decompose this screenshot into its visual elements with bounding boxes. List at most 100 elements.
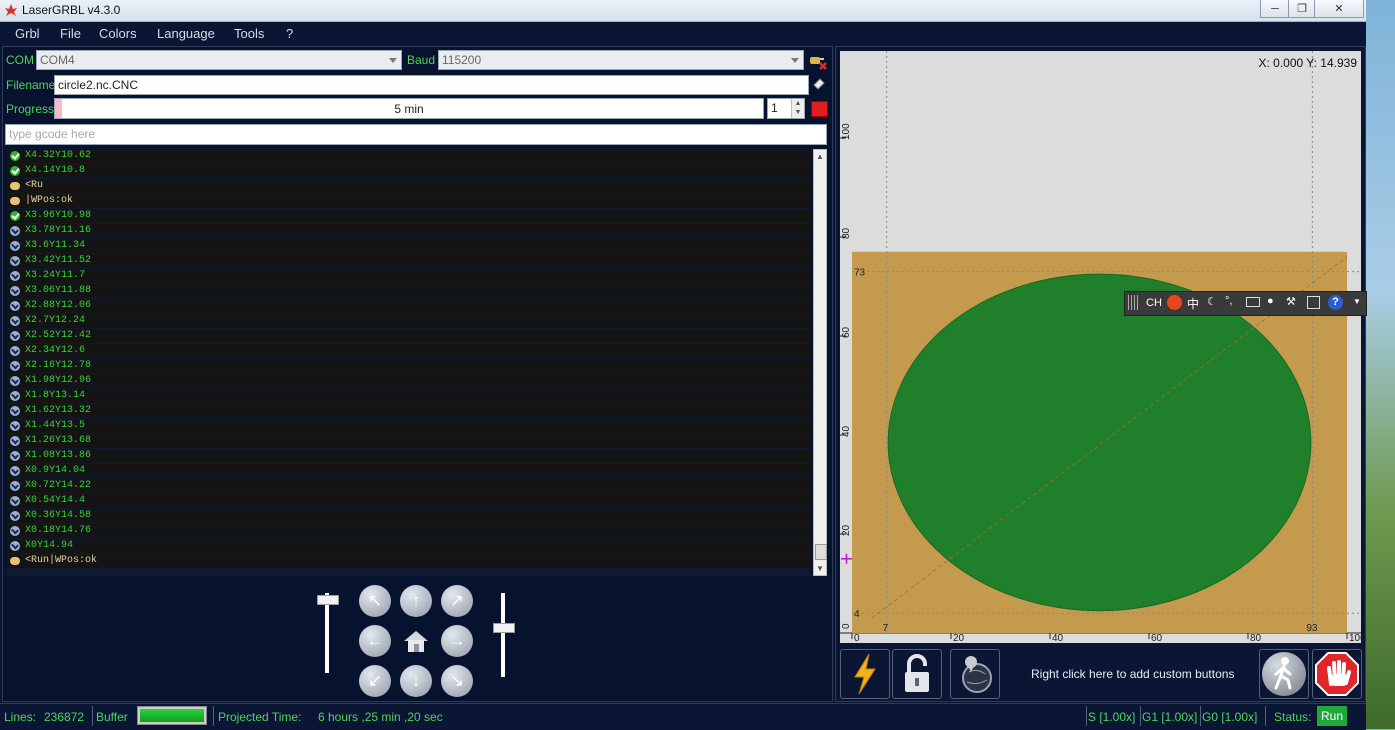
- keyboard-icon[interactable]: [1246, 297, 1260, 307]
- moon-icon[interactable]: ☾: [1207, 295, 1217, 308]
- log-row: X1.26Y13.68: [7, 434, 811, 448]
- g0-override[interactable]: G0 [1.00x]: [1202, 710, 1257, 724]
- laser-position-marker: [841, 553, 852, 564]
- log-row: X2.34Y12.6: [7, 344, 811, 358]
- grip-icon: [1128, 295, 1138, 310]
- lines-label: Lines:: [4, 710, 37, 724]
- chinese-mode-icon[interactable]: 中: [1187, 295, 1199, 312]
- jog-ne-button[interactable]: ↗: [441, 585, 473, 617]
- menu-tools[interactable]: Tools: [234, 26, 264, 41]
- buffer-meter: [137, 706, 207, 725]
- spindle-override[interactable]: S [1.00x]: [1088, 710, 1135, 724]
- goto-position-button[interactable]: [950, 649, 1000, 699]
- jog-sw-button[interactable]: ↙: [359, 665, 391, 697]
- power-slider[interactable]: [312, 593, 342, 673]
- baud-select[interactable]: 115200: [438, 50, 804, 70]
- filename-field[interactable]: circle2.nc.CNC: [54, 75, 809, 95]
- user-icon[interactable]: ●: [1267, 295, 1274, 307]
- preview-panel: 0 20 40 60 80 100 20 40 60 80 100 0 73 4 7 93 X: 0.000 …: [835, 46, 1366, 702]
- speed-slider-thumb[interactable]: [493, 623, 515, 633]
- log-row: X0.9Y14.04: [7, 464, 811, 478]
- scroll-down-icon[interactable]: ▼: [816, 564, 824, 573]
- log-row: X3.06Y11.88: [7, 284, 811, 298]
- menu-colors[interactable]: Colors: [99, 26, 137, 41]
- pending-icon: [10, 346, 20, 356]
- check-icon: [10, 211, 20, 221]
- log-row: X3.78Y11.16: [7, 224, 811, 238]
- pending-icon: [10, 316, 20, 326]
- menu-file[interactable]: File: [60, 26, 81, 41]
- x-tick-label: 100: [1349, 633, 1361, 643]
- menu-help[interactable]: ?: [286, 26, 293, 41]
- scroll-thumb[interactable]: [815, 544, 827, 560]
- log-row: <Run|WPos:ok: [7, 554, 811, 568]
- com-select[interactable]: COM4: [36, 50, 402, 70]
- scroll-up-icon[interactable]: ▲: [816, 152, 824, 161]
- pending-icon: [10, 436, 20, 446]
- main-window: LaserGRBL v4.3.0 ─ ❐ ✕ Grbl File Colors …: [0, 0, 1366, 730]
- pending-icon: [10, 511, 20, 521]
- copies-stepper[interactable]: 1 ▲ ▼: [767, 98, 805, 119]
- lightning-icon: [854, 653, 876, 695]
- unlock-button[interactable]: [892, 649, 942, 699]
- jog-s-button[interactable]: ↓: [400, 665, 432, 697]
- chevron-down-icon: [389, 58, 397, 63]
- log-row: <Ru: [7, 179, 811, 193]
- maximize-button[interactable]: ❐: [1288, 0, 1316, 18]
- pending-icon: [10, 286, 20, 296]
- pending-icon: [10, 271, 20, 281]
- status-badge: Run: [1317, 706, 1347, 726]
- jog-n-button[interactable]: ↑: [400, 585, 432, 617]
- home-button[interactable]: [400, 625, 432, 657]
- log-row: X1.62Y13.32: [7, 404, 811, 418]
- menu-language[interactable]: Language: [157, 26, 215, 41]
- speed-slider[interactable]: [488, 593, 518, 677]
- y-tick-label: 100: [841, 123, 852, 140]
- y-tick-label: 0: [841, 623, 852, 629]
- log-row: X3.42Y11.52: [7, 254, 811, 268]
- command-log[interactable]: X4.32Y10.62 X4.14Y10.8 <Ru |WPos:ok X3.96Y10…: [7, 149, 811, 576]
- emergency-stop-button[interactable]: [1312, 649, 1362, 699]
- log-row: X0.72Y14.22: [7, 479, 811, 493]
- pending-icon: [10, 451, 20, 461]
- open-file-icon[interactable]: [811, 76, 827, 92]
- punctuation-icon[interactable]: °,: [1225, 295, 1232, 307]
- work-label-right: 93: [1306, 623, 1318, 634]
- g1-override[interactable]: G1 [1.00x]: [1142, 710, 1197, 724]
- laser-logo-icon: [5, 4, 17, 16]
- help-icon[interactable]: ?: [1328, 295, 1343, 310]
- ime-toolbar[interactable]: CH 中 ☾ °, ● ⚒ ? ▼: [1124, 291, 1367, 316]
- log-scrollbar[interactable]: ▲ ▼: [813, 149, 827, 576]
- jog-w-button[interactable]: ←: [359, 625, 391, 657]
- close-button[interactable]: ✕: [1314, 0, 1364, 18]
- preview-svg: 0 20 40 60 80 100 20 40 60 80 100 0 73 4 7 93: [840, 51, 1361, 643]
- log-row: X4.32Y10.62: [7, 149, 811, 163]
- log-row: X0.18Y14.76: [7, 524, 811, 538]
- sogou-icon[interactable]: [1167, 295, 1182, 310]
- log-row: X0.54Y14.4: [7, 494, 811, 508]
- power-slider-thumb[interactable]: [317, 595, 339, 605]
- y-tick-label: 40: [841, 425, 852, 437]
- pending-icon: [10, 466, 20, 476]
- chevron-down-icon[interactable]: ▼: [1353, 297, 1361, 306]
- jog-nw-button[interactable]: ↖: [359, 585, 391, 617]
- preview-canvas[interactable]: 0 20 40 60 80 100 20 40 60 80 100 0 73 4 7 93 X: 0.000 …: [840, 51, 1361, 643]
- menu-grbl[interactable]: Grbl: [15, 26, 40, 41]
- walk-button[interactable]: [1259, 649, 1309, 699]
- connect-plug-icon[interactable]: [808, 52, 828, 70]
- minimize-button[interactable]: ─: [1260, 0, 1290, 18]
- x-tick-label: 0: [854, 633, 860, 643]
- stepper-arrows-icon[interactable]: ▲ ▼: [791, 99, 804, 118]
- progress-bar: 5 min: [54, 98, 764, 119]
- jog-se-button[interactable]: ↘: [441, 665, 473, 697]
- external-icon[interactable]: [1307, 296, 1320, 309]
- gcode-input[interactable]: type gcode here: [5, 124, 827, 145]
- wrench-icon[interactable]: ⚒: [1286, 295, 1296, 308]
- pending-icon: [10, 256, 20, 266]
- custom-buttons-hint[interactable]: Right click here to add custom buttons: [1031, 667, 1234, 681]
- connect-button[interactable]: [840, 649, 890, 699]
- x-tick-label: 60: [1151, 633, 1163, 643]
- abort-button[interactable]: [811, 101, 828, 117]
- ime-language[interactable]: CH: [1146, 297, 1162, 309]
- jog-e-button[interactable]: →: [441, 625, 473, 657]
